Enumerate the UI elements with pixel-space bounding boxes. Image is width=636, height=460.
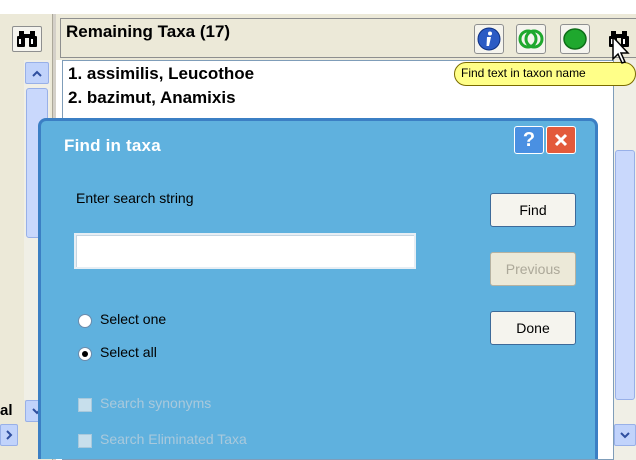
tooltip: Find text in taxon name: [454, 62, 636, 86]
close-button[interactable]: [546, 126, 576, 154]
search-synonyms-checkbox[interactable]: [78, 398, 92, 412]
chevron-right-icon: [5, 430, 12, 440]
green-filled-circle-icon: [563, 28, 587, 50]
dialog-title: Find in taxa: [64, 136, 161, 155]
select-all-radio[interactable]: [78, 347, 92, 361]
info-icon: [477, 27, 501, 51]
find-button[interactable]: Find: [490, 193, 576, 227]
info-button[interactable]: [474, 24, 504, 54]
previous-button[interactable]: Previous: [490, 252, 576, 286]
list-item[interactable]: 2. bazimut, Anamixis: [68, 88, 236, 108]
search-eliminated-label: Search Eliminated Taxa: [100, 431, 247, 447]
search-label: Enter search string: [76, 190, 194, 206]
arrow-cursor-icon: [612, 36, 630, 64]
help-button[interactable]: ?: [514, 126, 544, 154]
panel-title: Remaining Taxa (17): [66, 22, 231, 41]
filter-button[interactable]: [560, 24, 590, 54]
partial-text: al: [0, 402, 13, 419]
window-top-strip: [0, 0, 636, 14]
search-eliminated-checkbox[interactable]: [78, 434, 92, 448]
scroll-thumb[interactable]: [615, 150, 635, 400]
select-one-label[interactable]: Select one: [100, 311, 166, 327]
chevron-down-icon: [620, 431, 630, 438]
search-input[interactable]: [74, 233, 416, 269]
compare-button[interactable]: [516, 24, 546, 54]
search-synonyms-label: Search synonyms: [100, 395, 212, 411]
select-all-label[interactable]: Select all: [100, 344, 157, 360]
close-icon: [554, 133, 568, 147]
chevron-up-icon: [32, 70, 42, 77]
select-one-radio[interactable]: [78, 314, 92, 328]
radio-selected-dot: [82, 351, 88, 357]
binoculars-icon: [17, 31, 37, 47]
green-outline-circles-icon: [518, 29, 544, 49]
find-button-left[interactable]: [12, 26, 42, 52]
scroll-up-button[interactable]: [25, 62, 49, 84]
scroll-down-button[interactable]: [614, 424, 636, 446]
scroll-right-button[interactable]: [0, 424, 18, 446]
list-item[interactable]: 1. assimilis, Leucothoe: [68, 64, 254, 84]
help-icon: ?: [522, 128, 536, 151]
done-button[interactable]: Done: [490, 311, 576, 345]
